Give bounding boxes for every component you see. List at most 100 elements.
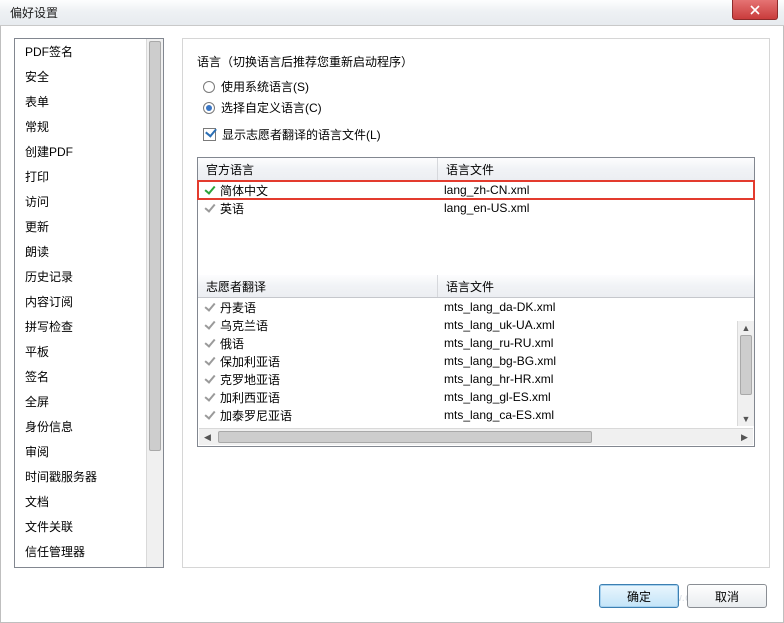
close-icon [750, 5, 760, 15]
language-file: mts_lang_bg-BG.xml [438, 354, 737, 368]
checkbox-show-volunteer[interactable]: 显示志愿者翻译的语言文件(L) [203, 126, 755, 143]
sidebar-item[interactable]: PDF签名 [15, 39, 146, 64]
ok-button[interactable]: 确定 [599, 584, 679, 608]
radio-label: 选择自定义语言(C) [221, 99, 322, 116]
volunteer-scrollbar-vertical[interactable]: ▲ ▼ [737, 321, 754, 426]
table-row[interactable]: 加利西亚语 mts_lang_gl-ES.xml [198, 388, 737, 406]
sidebar-item[interactable]: 审阅 [15, 439, 146, 464]
language-name: 加利西亚语 [220, 389, 280, 406]
table-row[interactable]: 俄语mts_lang_ru-RU.xml [198, 334, 737, 352]
table-row[interactable]: 保加利亚语 mts_lang_bg-BG.xml [198, 352, 737, 370]
radio-icon [203, 102, 215, 114]
language-name: 丹麦语 [220, 299, 256, 316]
scrollbar-thumb[interactable] [740, 335, 752, 395]
check-icon [204, 319, 216, 331]
scrollbar-thumb[interactable] [218, 431, 592, 443]
language-file: mts_lang_hr-HR.xml [438, 372, 737, 386]
sidebar-item[interactable]: 全屏 [15, 389, 146, 414]
window-title: 偏好设置 [10, 4, 58, 21]
table-row[interactable]: 乌克兰语 mts_lang_uk-UA.xml [198, 316, 737, 334]
sidebar-item[interactable]: 打印 [15, 164, 146, 189]
table-row[interactable]: 英语 lang_en-US.xml [198, 199, 754, 217]
sidebar-item[interactable]: 文档 [15, 489, 146, 514]
sidebar-item[interactable]: 创建PDF [15, 139, 146, 164]
check-icon [204, 184, 216, 196]
scroll-right-icon[interactable]: ▶ [736, 429, 753, 445]
check-icon [204, 337, 216, 349]
sidebar-item[interactable]: 文件关联 [15, 514, 146, 539]
sidebar-item[interactable]: 内容订阅 [15, 289, 146, 314]
check-icon [204, 355, 216, 367]
check-icon [204, 409, 216, 421]
table-row[interactable]: 加泰罗尼亚语mts_lang_ca-ES.xml [198, 406, 737, 424]
table-gap [198, 217, 754, 275]
client-area: PDF签名安全表单常规创建PDF打印访问更新朗读历史记录内容订阅拼写检查平板签名… [0, 26, 784, 623]
radio-label: 使用系统语言(S) [221, 78, 309, 95]
sidebar-item[interactable]: 更新 [15, 214, 146, 239]
official-language-table: 官方语言 语言文件 简体中文 lang_zh-CN.xml 英语 lang_en-US… [198, 158, 754, 217]
scroll-left-icon[interactable]: ◀ [199, 429, 216, 445]
language-tables: 官方语言 语言文件 简体中文 lang_zh-CN.xml 英语 lang_en-US… [197, 157, 755, 447]
check-icon [204, 391, 216, 403]
content-area: PDF签名安全表单常规创建PDF打印访问更新朗读历史记录内容订阅拼写检查平板签名… [14, 38, 770, 568]
language-name: 乌克兰语 [220, 317, 268, 334]
language-name: 俄语 [220, 335, 244, 352]
check-icon [204, 301, 216, 313]
column-header-file[interactable]: 语言文件 [438, 275, 754, 297]
category-sidebar: PDF签名安全表单常规创建PDF打印访问更新朗读历史记录内容订阅拼写检查平板签名… [14, 38, 164, 568]
cancel-button[interactable]: 取消 [687, 584, 767, 608]
scroll-up-icon[interactable]: ▲ [738, 321, 754, 335]
language-name: 英语 [220, 200, 244, 217]
sidebar-item[interactable]: 签名 [15, 364, 146, 389]
sidebar-item[interactable]: 平板 [15, 339, 146, 364]
dialog-button-bar: 确定 取消 [599, 584, 767, 608]
scrollbar-track[interactable] [216, 429, 736, 445]
table-header: 官方语言 语言文件 [198, 158, 754, 181]
sidebar-item[interactable]: 安全 [15, 64, 146, 89]
sidebar-item[interactable]: 表单 [15, 89, 146, 114]
radio-custom-language[interactable]: 选择自定义语言(C) [203, 99, 755, 116]
settings-panel: 语言（切换语言后推荐您重新启动程序） 使用系统语言(S) 选择自定义语言(C) … [182, 38, 770, 568]
sidebar-item[interactable]: 访问 [15, 189, 146, 214]
official-body: 简体中文 lang_zh-CN.xml 英语 lang_en-US.xml [198, 181, 754, 217]
language-name: 简体中文 [220, 182, 268, 199]
language-hint: 语言（切换语言后推荐您重新启动程序） [197, 53, 755, 70]
language-file: lang_zh-CN.xml [438, 183, 754, 197]
table-row[interactable]: 丹麦语 mts_lang_da-DK.xml [198, 298, 737, 316]
sidebar-scrollbar-thumb[interactable] [149, 41, 161, 451]
sidebar-scrollbar[interactable] [146, 39, 163, 567]
sidebar-item[interactable]: 信任管理器 [15, 539, 146, 564]
table-row[interactable]: 克罗地亚语 mts_lang_hr-HR.xml [198, 370, 737, 388]
check-icon [204, 202, 216, 214]
tables-scrollbar-horizontal[interactable]: ◀ ▶ [199, 428, 753, 445]
radio-icon [203, 81, 215, 93]
language-file: mts_lang_ca-ES.xml [438, 408, 737, 422]
table-row[interactable]: 简体中文 lang_zh-CN.xml [198, 181, 754, 199]
column-header-language[interactable]: 志愿者翻译 [198, 275, 438, 297]
volunteer-body: 丹麦语 mts_lang_da-DK.xml 乌克兰语 mts_lang_uk-UA.… [198, 298, 737, 424]
sidebar-item[interactable]: 拼写检查 [15, 314, 146, 339]
column-header-file[interactable]: 语言文件 [438, 158, 754, 180]
sidebar-items: PDF签名安全表单常规创建PDF打印访问更新朗读历史记录内容订阅拼写检查平板签名… [15, 39, 146, 567]
scroll-down-icon[interactable]: ▼ [738, 412, 754, 426]
checkbox-icon [203, 128, 216, 141]
sidebar-item[interactable]: 时间戳服务器 [15, 464, 146, 489]
radio-system-language[interactable]: 使用系统语言(S) [203, 78, 755, 95]
language-file: mts_lang_uk-UA.xml [438, 318, 737, 332]
language-file: mts_lang_gl-ES.xml [438, 390, 737, 404]
column-header-language[interactable]: 官方语言 [198, 158, 438, 180]
close-button[interactable] [732, 0, 778, 20]
table-header: 志愿者翻译 语言文件 [198, 275, 754, 298]
check-icon [204, 373, 216, 385]
language-file: mts_lang_da-DK.xml [438, 300, 737, 314]
checkbox-label: 显示志愿者翻译的语言文件(L) [222, 126, 381, 143]
titlebar: 偏好设置 [0, 0, 784, 26]
sidebar-item[interactable]: 朗读 [15, 239, 146, 264]
language-file: lang_en-US.xml [438, 201, 754, 215]
sidebar-item[interactable]: 身份信息 [15, 414, 146, 439]
language-name: 保加利亚语 [220, 353, 280, 370]
language-name: 克罗地亚语 [220, 371, 280, 388]
sidebar-item[interactable]: 常规 [15, 114, 146, 139]
sidebar-item[interactable]: 历史记录 [15, 264, 146, 289]
sidebar-item[interactable]: 页面显示 [15, 564, 146, 567]
